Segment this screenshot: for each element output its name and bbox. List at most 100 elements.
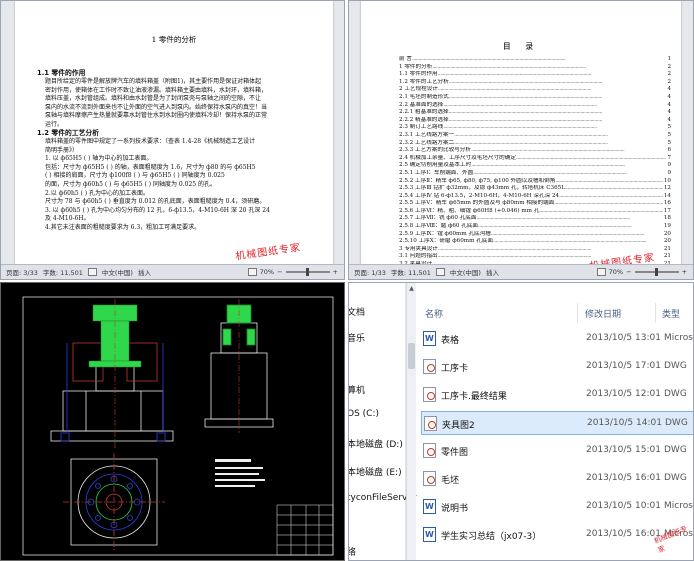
nav-item[interactable]: 本地磁盘 (D:) — [349, 437, 403, 450]
navigation-pane: 文档 音乐 算机 OS (C:) 本地磁盘 (D:) 本地磁盘 (E:) tyconFile… — [349, 283, 417, 560]
toc-leader: ........................................… — [476, 215, 630, 222]
insert-mode[interactable]: 插入 — [138, 267, 151, 277]
scroll-thumb[interactable] — [408, 343, 415, 369]
zoom-in-icon[interactable]: + — [682, 268, 687, 276]
toc-entry-title: 3.1 问题的指出 — [399, 253, 438, 260]
toc-leader: ........................................… — [515, 154, 667, 161]
file-date: 2013/10/5 17:01 — [586, 361, 661, 371]
file-date: 2013/10/5 14:01 — [587, 418, 662, 428]
proofing-icon[interactable] — [87, 268, 97, 276]
file-row[interactable]: 零件图 2013/10/5 15:01 DWG — [421, 439, 693, 463]
proofing-icon[interactable] — [435, 268, 445, 276]
column-type[interactable]: 类型 — [662, 307, 680, 320]
section-1-1-body: 题目所给定的零件是解放牌汽车的填料箱盖（附图1)，其主要作用是保证对箱体起 密封作… — [45, 78, 267, 130]
dwg-file-icon — [423, 471, 436, 486]
toc-leader: ........................................… — [471, 162, 625, 169]
page-count[interactable]: 页面: 3/33 — [6, 267, 38, 277]
nav-scrollbar[interactable]: ▲ — [406, 283, 416, 560]
nav-item[interactable]: OS (C:) — [349, 409, 379, 419]
nav-item[interactable]: 算机 — [349, 383, 365, 396]
toc-leader: ........................................… — [432, 63, 586, 70]
zoom-slider[interactable] — [634, 268, 679, 276]
toc-entry[interactable]: 2.5.2 工序Ⅱ：精车 ф65, ф80, ф75, ф100 外圆以及槽和倒… — [399, 178, 671, 186]
toc-entry[interactable]: 2.2.1 粗基准的选择............................… — [399, 109, 671, 117]
paragraph-line: 填料压盖，水封管组成。填料和由水封管是为了封闭泵壳与泵轴之间的空隙，不让 — [45, 95, 262, 103]
paragraph-line: 1. 以 ф65H5 ( ) 轴为中心的加工表面。 — [45, 155, 153, 163]
nav-item[interactable]: 本地磁盘 (E:) — [349, 465, 402, 478]
toc-entry[interactable]: 2.5 确定切削用量及基本工时.........................… — [399, 162, 671, 170]
zoom-level[interactable]: 70% — [260, 268, 274, 276]
file-row[interactable]: 表格 2013/10/5 13:01Micros — [421, 327, 693, 351]
toc-entry[interactable]: 2.1 毛坯的制造形式.............................… — [399, 94, 671, 102]
print-layout-icon[interactable] — [596, 268, 606, 276]
zoom-in-icon[interactable]: + — [333, 268, 338, 276]
file-row[interactable]: 毛坯 2013/10/5 16:01 DWG — [421, 467, 693, 491]
toc-leader: ........................................… — [564, 185, 663, 192]
toc-entry-title: 2.5.6 工序Ⅵ：精、粗、细镗 ф60H8 (+0.046) mm 孔 — [399, 207, 540, 214]
toc-entry[interactable]: 2.5.1 工序Ⅰ：车削端面、外圆.......................… — [399, 170, 671, 178]
toc-entry[interactable]: 1.2 零件的工艺分析.............................… — [399, 79, 671, 87]
zoom-slider[interactable] — [285, 268, 330, 276]
fixture-assembly-drawing[interactable] — [1, 283, 345, 561]
nav-item[interactable]: 文档 — [349, 305, 365, 318]
toc-entry[interactable]: 2.5.7 工序Ⅶ：铣 ф60 孔底面.....................… — [399, 215, 671, 223]
file-type: DWG — [664, 361, 687, 371]
zoom-level[interactable]: 70% — [609, 268, 623, 276]
toc-leader: ........................................… — [443, 124, 597, 131]
toc-entry[interactable]: 2.3.3 工艺方案的比较与分析........................… — [399, 147, 671, 155]
toc-entry[interactable]: 2.2.2 精基准的选择............................… — [399, 117, 671, 125]
insert-mode[interactable]: 插入 — [486, 267, 499, 277]
toc-page-number: 4 — [667, 109, 671, 116]
toc-leader: ........................................… — [492, 238, 647, 245]
zoom-out-icon[interactable]: − — [277, 268, 282, 276]
toc-title: 目 录 — [502, 42, 540, 51]
word-document-icon — [423, 331, 436, 346]
toc-entry-title: 2.3 制订工艺路线 — [399, 124, 444, 131]
toc-page-number: 5 — [667, 124, 671, 131]
drawing-border — [22, 296, 334, 556]
toc-entry-title: 2.4 机械加工余量、工序尺寸及毛坯尺寸的确定 — [399, 154, 516, 161]
toc-entry[interactable]: 2 工艺规程设计................................… — [399, 86, 671, 94]
toc-entry[interactable]: 2.5.5 工序Ⅴ：精车 ф65mm 的外圆及与 ф80mm 相接的端面....… — [399, 200, 671, 208]
file-row[interactable]: 夹具图2 2013/10/5 14:01 DWG — [421, 411, 693, 435]
toc-entry[interactable]: 2.3.1 工艺线路方案一...........................… — [399, 132, 671, 140]
toc-entry[interactable]: 2.3 制订工艺路线..............................… — [399, 124, 671, 132]
toc-leader: ........................................… — [473, 169, 627, 176]
toc-entry[interactable]: 2.5.10 工序Ⅹ：研磨 ф60mm 孔底面.................… — [399, 238, 671, 246]
toc-page-number: 20 — [663, 230, 671, 237]
toc-entry[interactable]: 2.5.3 工序Ⅲ 钻扩 ф32mm，及锪 ф43mm 孔，转塔机床 C365L… — [399, 185, 671, 193]
page-count[interactable]: 页面: 1/33 — [354, 267, 386, 277]
toc-entry[interactable]: 1 零件的分析.................................… — [399, 64, 671, 72]
zoom-out-icon[interactable]: − — [626, 268, 631, 276]
file-row[interactable]: 工序卡 2013/10/5 17:01 DWG — [421, 355, 693, 379]
toc-entry[interactable]: 2.5.8 工序Ⅷ：磨 ф60 孔底面.....................… — [399, 223, 671, 231]
nav-item[interactable]: 音乐 — [349, 331, 365, 344]
language[interactable]: 中文(中国) — [102, 267, 133, 277]
file-row[interactable]: 说明书 2013/10/5 10:01Micros — [421, 495, 693, 519]
column-date-modified[interactable]: 修改日期 — [585, 307, 621, 320]
toc-entry[interactable]: 2.5.4 工序Ⅳ 钻 6-ф13.5，2-M10-6H，4-M10-6H 深孔… — [399, 193, 671, 201]
nav-item[interactable]: 络 — [349, 545, 356, 558]
toc-entry-title: 2.5.5 工序Ⅴ：精车 ф65mm 的外圆及与 ф80mm 相接的端面 — [399, 200, 555, 207]
toc-entry[interactable]: 2.4 机械加工余量、工序尺寸及毛坯尺寸的确定.................… — [399, 155, 671, 163]
scroll-up-icon[interactable]: ▲ — [408, 285, 415, 293]
column-name[interactable]: 名称 — [425, 307, 443, 320]
toc-entry[interactable]: 前 言.....................................… — [399, 56, 671, 64]
toc-entry-title: 2 工艺规程设计 — [399, 86, 438, 93]
toc-entry[interactable]: 2.2 基准面的选择..............................… — [399, 102, 671, 110]
print-layout-icon[interactable] — [247, 268, 257, 276]
file-name: 说明书 — [441, 504, 469, 514]
toc-leader: ........................................… — [539, 207, 663, 214]
toc-entry[interactable]: 2.5.6 工序Ⅵ：精、粗、细镗 ф60H8 (+0.046) mm 孔....… — [399, 208, 671, 216]
toc-entry[interactable]: 1.1 零件的作用...............................… — [399, 71, 671, 79]
file-row[interactable]: 学生实习总结（jx07-3）2013/10/5 16:01Micros — [421, 523, 693, 547]
toc-entry[interactable]: 2.5.9 工序Ⅸ：镗 ф60mm 孔底沟槽..................… — [399, 231, 671, 239]
file-row[interactable]: 工序卡.最终结果 2013/10/5 12:01 DWG — [421, 383, 693, 407]
dwg-file-icon — [423, 387, 436, 402]
file-name: 学生实习总结（jx07-3） — [441, 532, 542, 542]
word-count[interactable]: 字数: 11,501 — [391, 267, 431, 277]
word-count[interactable]: 字数: 11,501 — [43, 267, 83, 277]
toc-entry[interactable]: 2.3.2 工艺线路方案二...........................… — [399, 140, 671, 148]
toc-entry-title: 2.5.8 工序Ⅷ：磨 ф60 孔底面 — [399, 223, 479, 230]
language[interactable]: 中文(中国) — [450, 267, 481, 277]
